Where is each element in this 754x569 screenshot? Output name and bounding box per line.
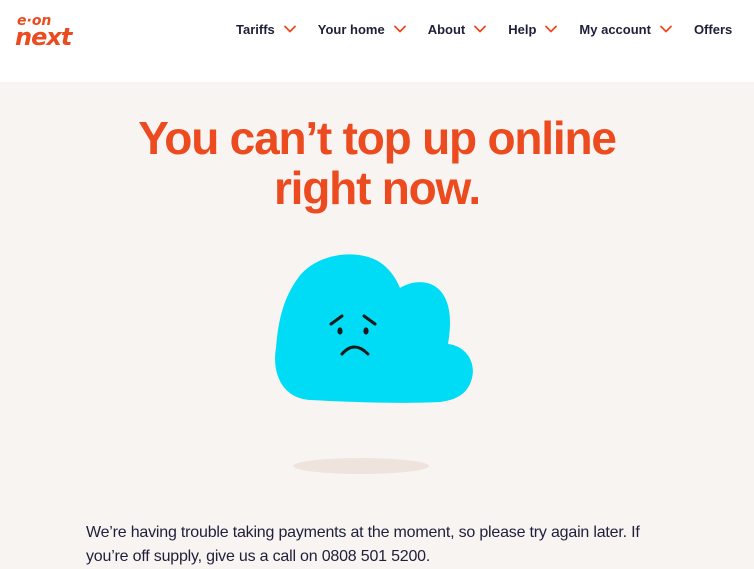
nav-item-label: Your home (317, 21, 385, 37)
nav-item-tariffs[interactable]: Tariffs (236, 22, 296, 37)
nav-item-label: Tariffs (236, 21, 275, 37)
chevron-down-icon (660, 25, 672, 33)
chevron-down-icon (474, 25, 487, 33)
page-title: You can’t top up online right now. (0, 113, 754, 213)
nav-item-help[interactable]: Help (508, 21, 558, 37)
nav-item-label: Help (508, 21, 537, 37)
chevron-down-icon (393, 25, 406, 33)
nav-item-label: Offers (693, 21, 733, 37)
nav-item-label: About (427, 21, 466, 37)
sad-cloud-icon (275, 254, 473, 403)
svg-text:next: next (15, 23, 74, 50)
page-title-line-1: You can’t top up online (138, 112, 617, 164)
site-header: e·on next Tariffs Your home About Help M… (0, 0, 754, 82)
nav-item-label: My account (579, 21, 651, 37)
nav-item-offers[interactable]: Offers (694, 22, 732, 37)
main-nav: Tariffs Your home About Help My account … (236, 19, 732, 39)
nav-item-my-account[interactable]: My account (579, 22, 672, 37)
page-title-line-2: right now. (273, 162, 481, 214)
nav-item-your-home[interactable]: Your home (318, 22, 406, 37)
eon-next-logo[interactable]: e·on next (14, 10, 98, 50)
chevron-down-icon (283, 25, 296, 33)
cloud-shadow (293, 458, 429, 474)
chevron-down-icon (545, 25, 558, 33)
nav-item-about[interactable]: About (428, 22, 487, 37)
error-message: We’re having trouble taking payments at … (86, 524, 640, 565)
